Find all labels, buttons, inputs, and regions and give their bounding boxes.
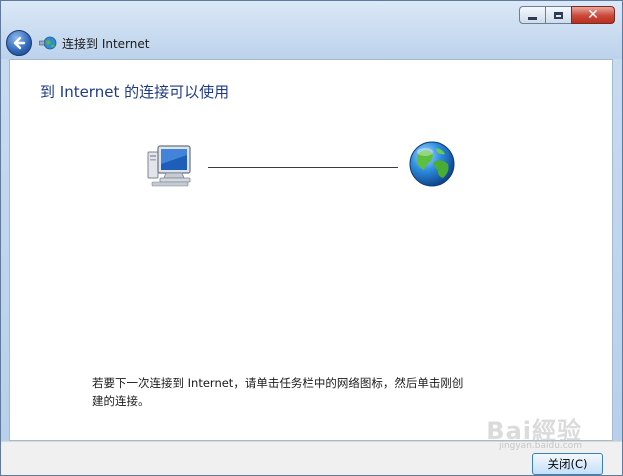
window-title: 连接到 Internet (62, 37, 150, 51)
network-connection-icon (39, 36, 57, 50)
instruction-text: 若要下一次连接到 Internet，请单击任务栏中的网络图标，然后单击刚创建的连… (92, 376, 464, 408)
caption-buttons: ✕ (519, 6, 615, 24)
internet-globe-icon (409, 141, 455, 187)
close-icon: ✕ (587, 7, 599, 23)
back-arrow-icon (13, 36, 26, 50)
maximize-button[interactable] (545, 6, 571, 24)
main-content: 到 Internet 的连接可以使用 若要下一次连接到 Internet，请单击… (9, 59, 613, 441)
close-button[interactable]: 关闭(C) (532, 453, 603, 475)
back-button[interactable] (6, 30, 32, 56)
close-window-button[interactable]: ✕ (571, 6, 615, 24)
maximize-icon (554, 11, 563, 19)
page-heading: 到 Internet 的连接可以使用 (40, 83, 230, 101)
minimize-icon (528, 16, 537, 20)
minimize-button[interactable] (519, 6, 545, 24)
connection-line (208, 167, 398, 168)
title-bar: ✕ 连接到 Internet (1, 1, 622, 59)
connect-to-internet-window: ✕ 连接到 Internet 到 Internet 的连接可以使用 若要下一次连… (0, 0, 623, 476)
baidu-watermark-url: jingyan.baidu.com (498, 441, 582, 451)
computer-icon (147, 145, 191, 187)
